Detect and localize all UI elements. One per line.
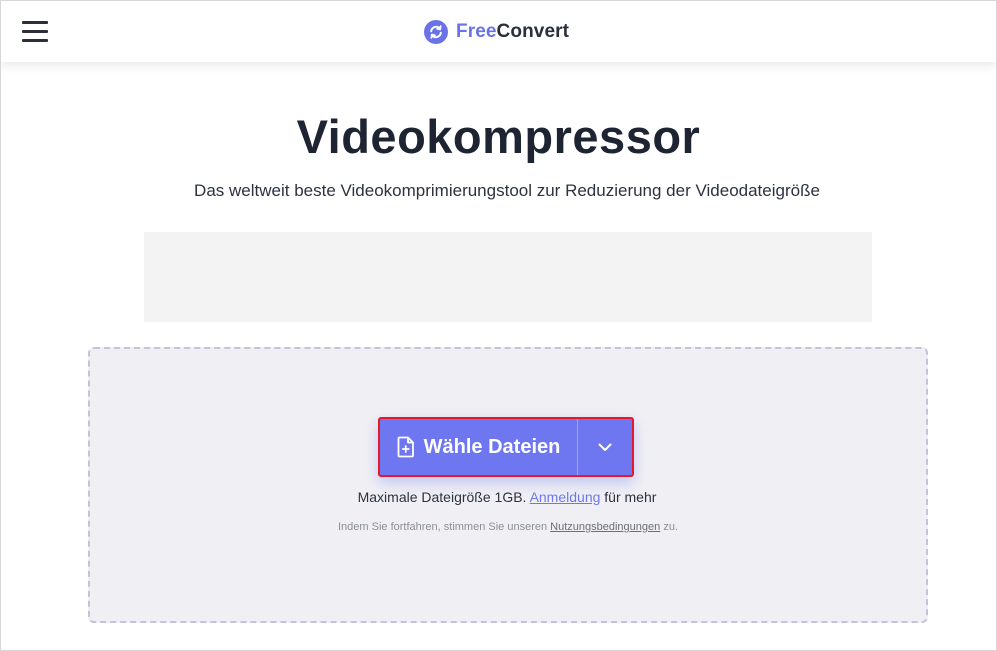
browser-viewport: FreeConvert Videokompressor Das weltweit…: [0, 0, 997, 651]
page-title: Videokompressor: [296, 110, 701, 163]
top-navbar: FreeConvert: [1, 1, 996, 62]
terms-note: Indem Sie fortfahren, stimmen Sie unsere…: [1, 521, 996, 533]
choose-files-button[interactable]: Wähle Dateien: [380, 419, 578, 475]
max-size-suffix: für mehr: [604, 489, 657, 505]
terms-of-use-link[interactable]: Nutzungsbedingungen: [550, 521, 660, 533]
page-subtitle: Das weltweit beste Videokomprimierungsto…: [194, 181, 820, 200]
file-plus-icon: [397, 436, 414, 458]
login-link[interactable]: Anmeldung: [530, 489, 601, 505]
upload-source-dropdown[interactable]: [578, 419, 632, 475]
max-size-prefix: Maximale Dateigröße 1GB.: [357, 489, 527, 505]
choose-files-button-group: Wähle Dateien: [378, 417, 634, 477]
max-file-size-note: Maximale Dateigröße 1GB. Anmeldung für m…: [1, 489, 996, 505]
terms-prefix: Indem Sie fortfahren, stimmen Sie unsere…: [337, 521, 548, 533]
choose-files-label: Wähle Dateien: [423, 435, 561, 458]
brand-logo-link[interactable]: FreeConvert: [424, 19, 569, 45]
menu-bar-top: [22, 21, 48, 24]
brand-name: FreeConvert: [456, 21, 569, 43]
chevron-down-icon: [598, 443, 612, 451]
freeconvert-logo-icon: [424, 20, 448, 44]
brand-name-free: Free: [456, 21, 497, 42]
brand-name-convert: Convert: [496, 21, 570, 42]
file-dropzone[interactable]: [88, 347, 928, 623]
hamburger-menu-icon[interactable]: [22, 21, 48, 42]
menu-bar-middle: [22, 30, 48, 33]
menu-bar-bottom: [22, 39, 48, 42]
terms-suffix: zu.: [663, 521, 678, 533]
ad-placeholder: [144, 232, 872, 322]
